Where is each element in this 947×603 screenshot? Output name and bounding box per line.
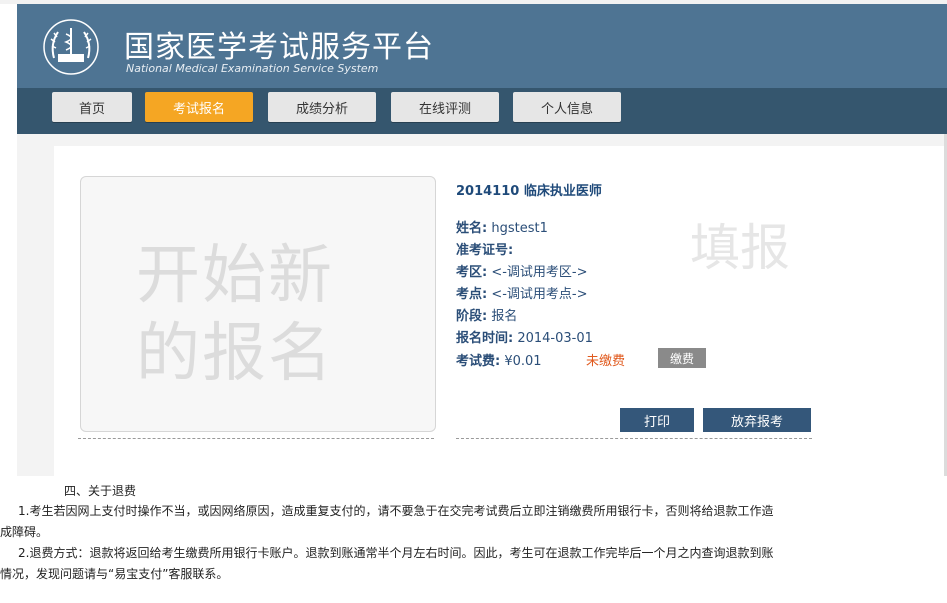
- pay-button[interactable]: 缴费: [658, 348, 706, 368]
- ticket-row: 准考证号:: [456, 239, 513, 258]
- time-value: 2014-03-01: [517, 331, 593, 346]
- name-row: 姓名: hgstest1: [456, 217, 548, 236]
- area-value: <-调试用考区->: [491, 265, 588, 280]
- fee-value: ¥0.01: [504, 354, 542, 369]
- ticket-label: 准考证号:: [456, 243, 514, 258]
- time-label: 报名时间:: [456, 331, 514, 346]
- notice-heading: 四、关于退费: [64, 484, 137, 498]
- emblem-logo-icon: [43, 19, 99, 75]
- stage-label: 阶段:: [456, 309, 488, 324]
- tab-online-assessment[interactable]: 在线评测: [391, 92, 499, 122]
- notice-paragraph-2-line-2: 情况，发现问题请与“易宝支付”客服联系。: [0, 567, 229, 581]
- notice-paragraph-1-line-2: 成障碍。: [0, 525, 49, 539]
- tab-home[interactable]: 首页: [52, 92, 132, 122]
- area-label: 考区:: [456, 265, 488, 280]
- fee-status: 未缴费: [586, 354, 626, 369]
- name-value: hgstest1: [491, 221, 548, 236]
- stage-value: 报名: [491, 309, 518, 324]
- name-label: 姓名:: [456, 221, 488, 236]
- left-divider: [78, 438, 434, 439]
- fee-row: 考试费: ¥0.01: [456, 350, 542, 369]
- site-title: 国家医学考试服务平台: [124, 30, 434, 65]
- site-label: 考点:: [456, 287, 488, 302]
- time-row: 报名时间: 2014-03-01: [456, 327, 593, 346]
- notice-paragraph-2-line-1: 2.退费方式：退款将返回给考生缴费所用银行卡账户。退款到账通常半个月左右时间。因…: [18, 546, 774, 560]
- tab-score-analysis[interactable]: 成绩分析: [268, 92, 376, 122]
- site-subtitle: National Medical Examination Service Sys…: [126, 62, 379, 75]
- area-row: 考区: <-调试用考区->: [456, 261, 588, 280]
- site-row: 考点: <-调试用考点->: [456, 283, 588, 302]
- fee-label: 考试费:: [456, 354, 501, 369]
- site-value: <-调试用考点->: [491, 287, 588, 302]
- new-registration-line2[interactable]: 的报名: [136, 302, 334, 394]
- exam-title: 2014110 临床执业医师: [456, 184, 602, 199]
- tab-personal-info[interactable]: 个人信息: [513, 92, 621, 122]
- right-divider: [456, 438, 812, 439]
- fill-watermark: 填报: [690, 219, 790, 277]
- print-button[interactable]: 打印: [620, 408, 694, 432]
- notice-paragraph-1-line-1: 1.考生若因网上支付时操作不当，或因网络原因，造成重复支付的，请不要急于在交完考…: [18, 504, 774, 518]
- stage-row: 阶段: 报名: [456, 305, 517, 324]
- tab-exam-registration[interactable]: 考试报名: [145, 92, 253, 122]
- abandon-registration-button[interactable]: 放弃报考: [703, 408, 811, 432]
